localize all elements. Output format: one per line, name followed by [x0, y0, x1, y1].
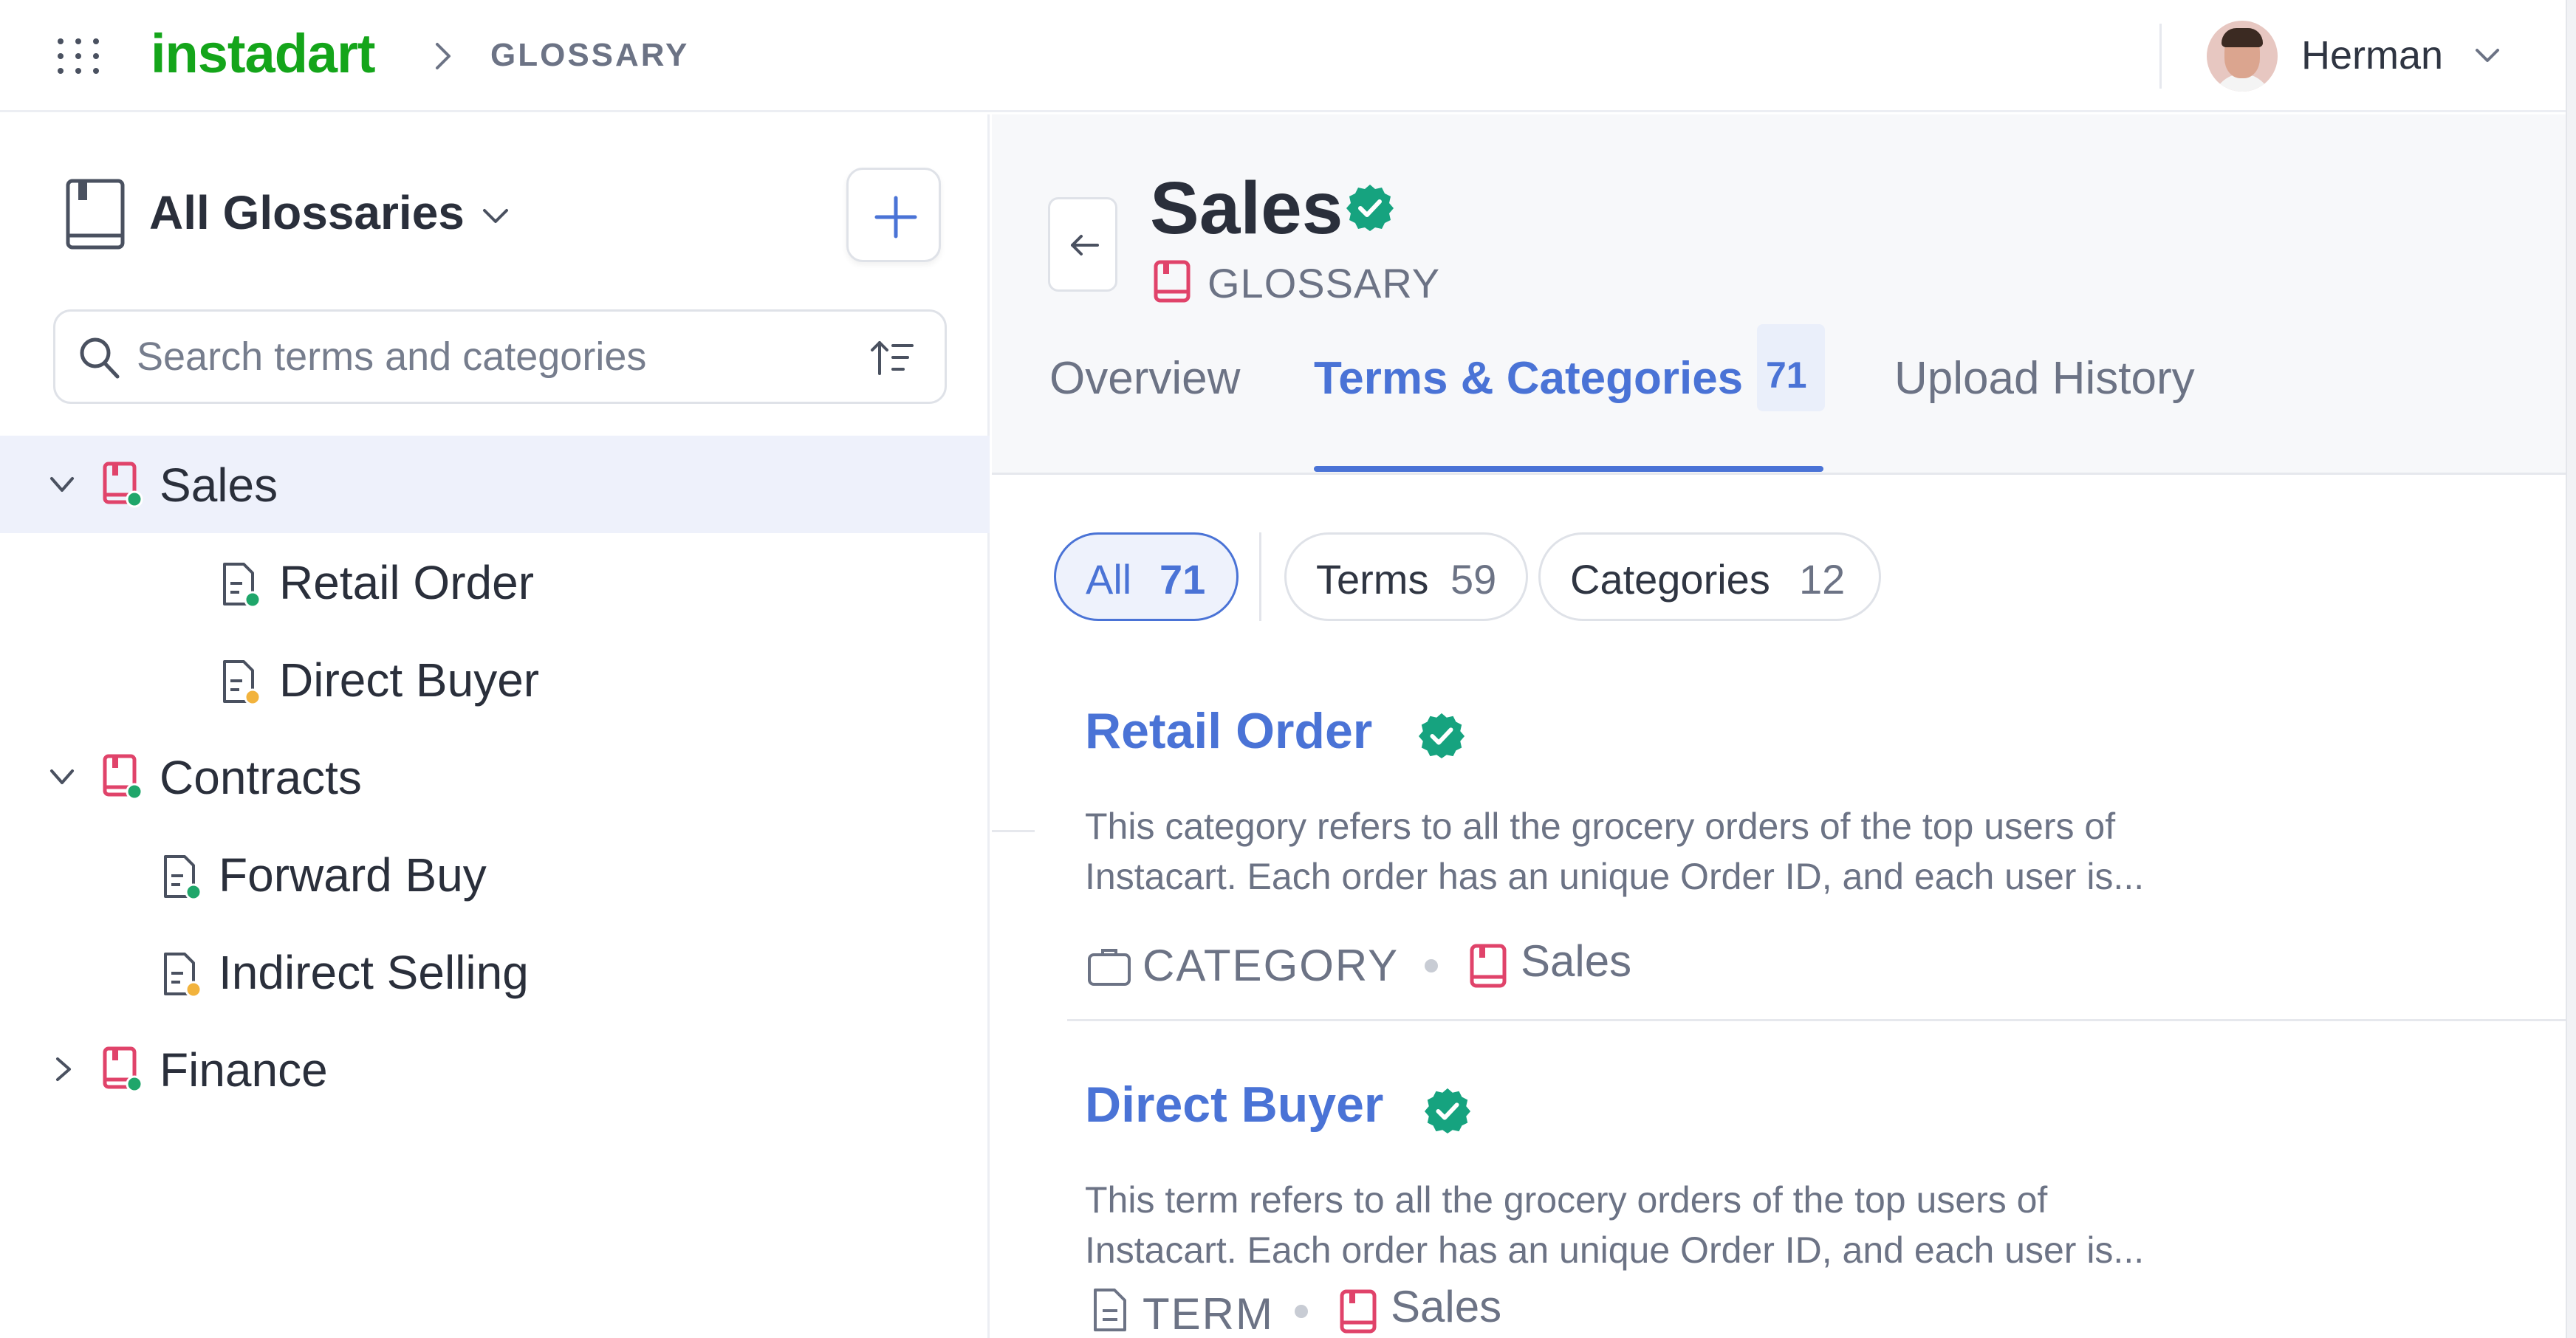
tree-item-retail-order[interactable]: Retail Order [0, 533, 990, 631]
filter-count: 71 [1159, 556, 1206, 603]
add-button[interactable] [846, 168, 941, 262]
category-icon [223, 563, 261, 608]
filter-all[interactable]: All 71 [1054, 532, 1239, 621]
back-button[interactable] [1048, 197, 1117, 292]
tree-item-finance[interactable]: Finance [0, 1020, 990, 1118]
card-glossary-link[interactable]: Sales [1521, 936, 1631, 987]
search-icon [80, 337, 120, 379]
chevron-down-icon[interactable] [47, 470, 77, 499]
chevron-right-icon [436, 43, 451, 69]
plus-icon [874, 196, 917, 239]
card-type-label: CATEGORY [1143, 941, 1400, 990]
tree-item-indirect-selling[interactable]: Indirect Selling [0, 923, 990, 1020]
briefcase-icon [1088, 949, 1131, 986]
card-glossary-link[interactable]: Sales [1391, 1281, 1501, 1332]
separator-dot [1295, 1305, 1308, 1318]
divider [1259, 532, 1261, 621]
verified-badge-icon [1424, 1088, 1471, 1134]
tab-count-badge: 71 [1757, 324, 1825, 411]
tab-upload-history[interactable]: Upload History [1894, 352, 2195, 405]
card-title-link[interactable]: Retail Order [1085, 702, 1372, 760]
divider [992, 830, 1035, 832]
filter-label: Categories [1570, 556, 1770, 603]
sidebar: All Glossaries Search terms and categori… [0, 114, 990, 1338]
tree-item-forward-buy[interactable]: Forward Buy [0, 826, 990, 923]
user-name[interactable]: Herman [2301, 32, 2443, 78]
search-input[interactable] [137, 329, 801, 384]
main-panel: Sales GLOSSARY Overview Terms & Categori… [992, 114, 2566, 1338]
tab-overview[interactable]: Overview [1049, 352, 1240, 405]
card-description: This category refers to all the grocery … [1085, 801, 2281, 902]
filter-categories[interactable]: Categories 12 [1538, 532, 1881, 621]
tree-item-direct-buyer[interactable]: Direct Buyer [0, 631, 990, 728]
chevron-down-icon[interactable] [2473, 44, 2502, 66]
filter-count: 59 [1450, 556, 1497, 603]
glossary-icon [103, 754, 143, 800]
chevron-down-icon[interactable] [480, 205, 511, 227]
description-line: This term refers to all the grocery orde… [1085, 1179, 2048, 1221]
description-line: Instacart. Each order has an unique Orde… [1085, 1229, 2145, 1271]
filter-count: 12 [1799, 556, 1846, 603]
glossary-icon [1470, 944, 1507, 988]
page-title: Sales [1150, 167, 1343, 250]
top-bar: instadart GLOSSARY Herman [0, 0, 2576, 112]
active-tab-indicator [1314, 466, 1823, 472]
app-logo[interactable]: instadart [151, 22, 376, 85]
card-type-label: TERM [1143, 1289, 1274, 1338]
filter-label: Terms [1316, 556, 1429, 603]
scrollbar-track[interactable] [2566, 0, 2576, 1338]
divider [2159, 24, 2162, 89]
sort-icon[interactable] [869, 338, 915, 378]
arrow-left-icon [1071, 235, 1099, 255]
glossary-icon [103, 462, 143, 508]
description-line: Instacart. Each order has an unique Orde… [1085, 856, 2145, 897]
tree-item-sales[interactable]: Sales [0, 436, 990, 533]
breadcrumb[interactable]: GLOSSARY [490, 37, 689, 74]
term-icon [164, 953, 202, 998]
tree-item-label: Indirect Selling [219, 946, 529, 999]
tree-item-label: Retail Order [279, 556, 534, 609]
tree-item-label: Direct Buyer [279, 653, 540, 707]
avatar[interactable] [2207, 21, 2278, 92]
card-description: This term refers to all the grocery orde… [1085, 1175, 2281, 1275]
tree-item-contracts[interactable]: Contracts [0, 728, 990, 826]
filter-label: All [1086, 556, 1132, 603]
tree-item-label: Contracts [160, 751, 362, 804]
search-box[interactable] [53, 309, 947, 404]
glossary-icon [1340, 1289, 1377, 1334]
filter-terms[interactable]: Terms 59 [1284, 532, 1528, 621]
document-icon [1094, 1289, 1126, 1331]
divider [1067, 1019, 2566, 1021]
glossary-icon [1154, 260, 1191, 303]
book-icon [66, 179, 125, 250]
separator-dot [1425, 959, 1438, 972]
description-line: This category refers to all the grocery … [1085, 806, 2116, 847]
glossary-selector[interactable]: All Glossaries [149, 185, 465, 240]
asset-type-label: GLOSSARY [1208, 260, 1441, 306]
page-header: Sales GLOSSARY Overview Terms & Categori… [992, 114, 2566, 475]
apps-grid-icon[interactable] [58, 38, 99, 74]
verified-badge-icon [1418, 713, 1465, 759]
verified-badge-icon [1346, 185, 1394, 231]
tab-terms-categories[interactable]: Terms & Categories [1314, 352, 1743, 405]
tree-item-label: Forward Buy [219, 848, 487, 902]
glossary-icon [103, 1046, 143, 1093]
card-title-link[interactable]: Direct Buyer [1085, 1076, 1383, 1133]
chevron-right-icon[interactable] [47, 1054, 77, 1084]
tree-item-label: Sales [160, 459, 278, 512]
tree-item-label: Finance [160, 1043, 328, 1097]
chevron-down-icon[interactable] [47, 762, 77, 792]
term-icon [223, 660, 261, 706]
category-icon [164, 855, 202, 901]
